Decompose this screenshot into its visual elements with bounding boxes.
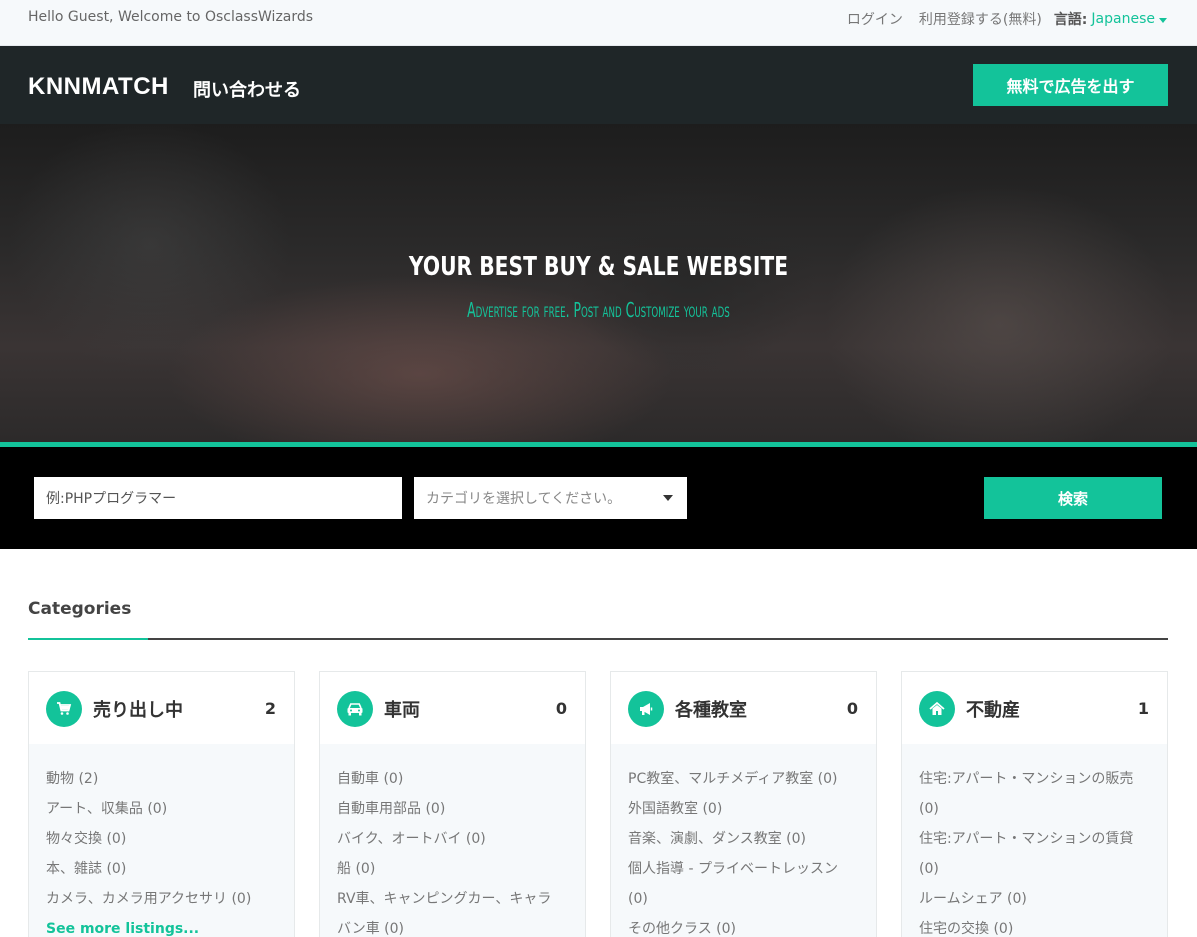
subcategory-link[interactable]: 物々交換 (0) [46, 824, 277, 854]
hero-banner: YOUR BEST BUY & SALE WEBSITE Advertise f… [0, 124, 1197, 442]
categories-heading: Categories [28, 599, 132, 619]
subcategory-link[interactable]: 自動車用部品 (0) [337, 794, 568, 824]
subcategory-link[interactable]: (0) [919, 794, 1150, 824]
welcome-text: Hello Guest, Welcome to OsclassWizards [28, 9, 314, 25]
category-select-label: カテゴリを選択してください。 [426, 491, 622, 507]
category-card: 売り出し中 2 動物 (2) アート、収集品 (0) 物々交換 (0) 本、雑誌… [28, 671, 295, 937]
language-label: 言語: [1053, 12, 1088, 28]
home-icon [919, 691, 955, 727]
category-select[interactable]: カテゴリを選択してください。 [414, 477, 687, 519]
category-count: 2 [264, 699, 276, 718]
login-link[interactable]: ログイン [847, 9, 903, 29]
register-link[interactable]: 利用登録する(無料) [919, 9, 1042, 29]
category-title[interactable]: 車両 [384, 696, 420, 722]
search-input[interactable]: 例:PHPプログラマー [34, 477, 402, 519]
subcategory-link[interactable]: RV車、キャンピングカー、キャラ [337, 884, 568, 914]
hero-title: YOUR BEST BUY & SALE WEBSITE [408, 252, 789, 282]
subcategory-link[interactable]: バン車 (0) [337, 914, 568, 937]
subcategory-link[interactable]: 自動車 (0) [337, 764, 568, 794]
category-card: 不動産 1 住宅:アパート・マンションの販売 (0) 住宅:アパート・マンション… [901, 671, 1168, 937]
subcategory-link[interactable]: 音楽、演劇、ダンス教室 (0) [628, 824, 859, 854]
subcategory-list: 自動車 (0) 自動車用部品 (0) バイク、オートバイ (0) 船 (0) R… [320, 744, 585, 937]
subcategory-link[interactable]: アート、収集品 (0) [46, 794, 277, 824]
subcategory-link[interactable]: カメラ、カメラ用アクセサリ (0) [46, 884, 277, 914]
chevron-down-icon[interactable] [1159, 17, 1167, 23]
subcategory-link[interactable]: ルームシェア (0) [919, 884, 1150, 914]
see-more-link[interactable]: See more listings... [46, 914, 277, 937]
subcategory-link[interactable]: 住宅の交換 (0) [919, 914, 1150, 937]
category-card-header[interactable]: 各種教室 0 [611, 672, 876, 744]
megaphone-icon [628, 691, 664, 727]
cart-icon [46, 691, 82, 727]
car-icon [337, 691, 373, 727]
category-card: 各種教室 0 PC教室、マルチメディア教室 (0) 外国語教室 (0) 音楽、演… [610, 671, 877, 937]
subcategory-link[interactable]: PC教室、マルチメディア教室 (0) [628, 764, 859, 794]
subcategory-link[interactable]: 住宅:アパート・マンションの賃貸 [919, 824, 1150, 854]
top-bar: Hello Guest, Welcome to OsclassWizards ロ… [0, 0, 1197, 46]
subcategory-link[interactable]: その他クラス (0) [628, 914, 859, 937]
subcategory-list: 動物 (2) アート、収集品 (0) 物々交換 (0) 本、雑誌 (0) カメラ… [29, 744, 294, 937]
subcategory-link[interactable]: 動物 (2) [46, 764, 277, 794]
subcategory-link[interactable]: 本、雑誌 (0) [46, 854, 277, 884]
subcategory-link[interactable]: 住宅:アパート・マンションの販売 [919, 764, 1150, 794]
top-bar-links: ログイン 利用登録する(無料) 言語: Japanese [831, 9, 1167, 29]
hero-subtitle: Advertise for free. Post and Customize y… [467, 298, 730, 322]
category-count: 1 [1137, 699, 1149, 718]
categories-divider [28, 638, 1168, 640]
subcategory-link[interactable]: (0) [628, 884, 859, 914]
subcategory-list: 住宅:アパート・マンションの販売 (0) 住宅:アパート・マンションの賃貸 (0… [902, 744, 1167, 937]
category-card-header[interactable]: 不動産 1 [902, 672, 1167, 744]
post-ad-button[interactable]: 無料で広告を出す [973, 64, 1168, 106]
subcategory-link[interactable]: 船 (0) [337, 854, 568, 884]
site-header: KNNMATCH 問い合わせる 無料で広告を出す [0, 46, 1197, 124]
category-card-header[interactable]: 売り出し中 2 [29, 672, 294, 744]
category-card-header[interactable]: 車両 0 [320, 672, 585, 744]
subcategory-link[interactable]: バイク、オートバイ (0) [337, 824, 568, 854]
category-count: 0 [846, 699, 858, 718]
search-bar: 例:PHPプログラマー カテゴリを選択してください。 検索 [0, 447, 1197, 549]
category-title[interactable]: 不動産 [966, 696, 1020, 722]
category-card: 車両 0 自動車 (0) 自動車用部品 (0) バイク、オートバイ (0) 船 … [319, 671, 586, 937]
category-title[interactable]: 各種教室 [675, 696, 747, 722]
site-logo[interactable]: KNNMATCH [28, 73, 169, 101]
contact-link[interactable]: 問い合わせる [193, 76, 301, 102]
category-title[interactable]: 売り出し中 [93, 696, 183, 722]
subcategory-link[interactable]: 外国語教室 (0) [628, 794, 859, 824]
language-select[interactable]: Japanese [1091, 11, 1155, 27]
categories-divider-accent [28, 638, 148, 640]
search-button[interactable]: 検索 [984, 477, 1162, 519]
category-count: 0 [555, 699, 567, 718]
chevron-down-icon [663, 495, 673, 501]
subcategory-link[interactable]: 個人指導 - プライベートレッスン [628, 854, 859, 884]
subcategory-list: PC教室、マルチメディア教室 (0) 外国語教室 (0) 音楽、演劇、ダンス教室… [611, 744, 876, 937]
subcategory-link[interactable]: (0) [919, 854, 1150, 884]
